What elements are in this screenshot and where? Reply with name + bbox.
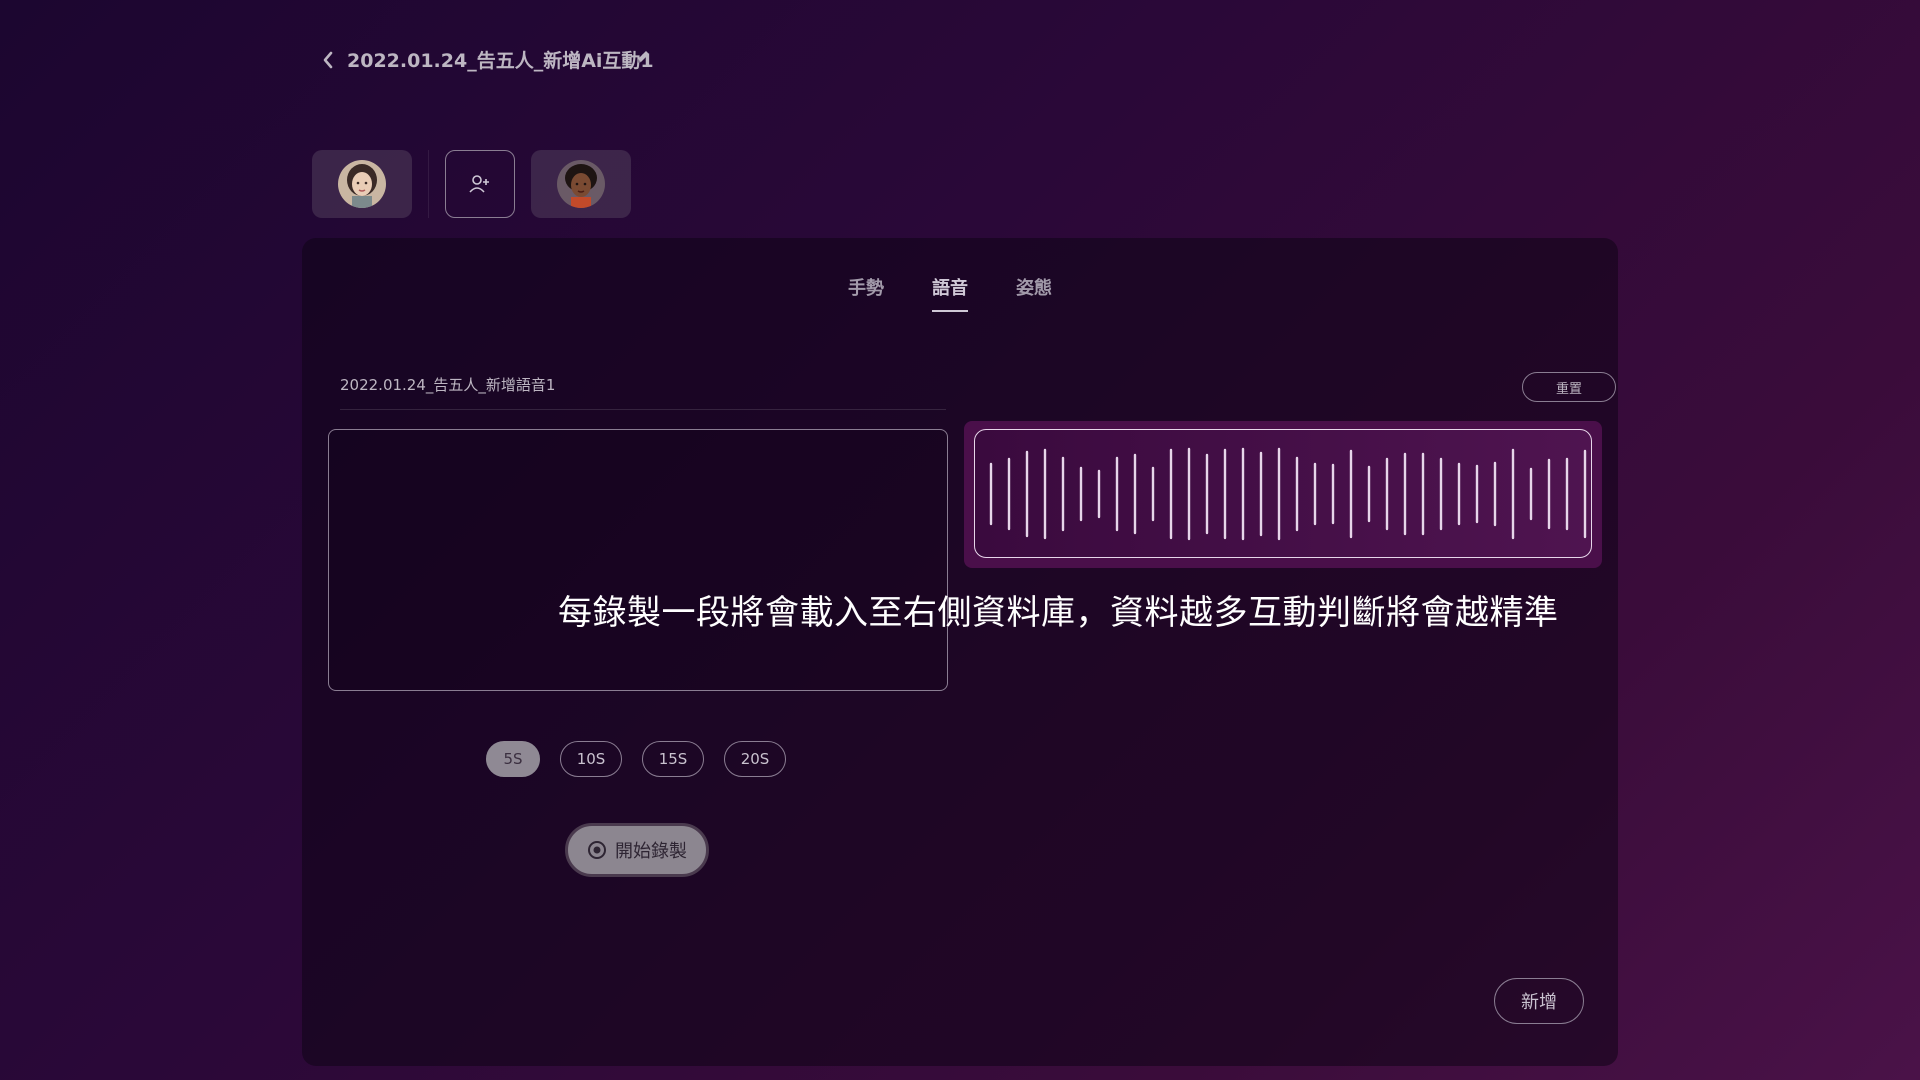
recording-preview: [328, 429, 948, 691]
duration-20s-button[interactable]: 20S: [724, 741, 786, 777]
add-button[interactable]: 新增: [1494, 978, 1584, 1024]
recording-name: 2022.01.24_告五人_新增語音1: [340, 374, 946, 410]
character-2-button[interactable]: [531, 150, 631, 218]
edit-title-button[interactable]: [634, 48, 654, 70]
record-icon: [588, 841, 606, 859]
add-user-icon: [469, 175, 489, 193]
page-title: 2022.01.24_告五人_新增Ai互動1: [347, 50, 654, 72]
duration-15s-button[interactable]: 15S: [642, 741, 704, 777]
divider: [428, 150, 429, 218]
start-recording-label: 開始錄製: [615, 841, 687, 862]
waveform-icon: [989, 447, 1605, 541]
reset-button[interactable]: 重置: [1522, 372, 1616, 402]
main-panel: 手勢 語音 姿態 2022.01.24_告五人_新增語音1 重置 5S 10S …: [302, 238, 1618, 1066]
duration-10s-button[interactable]: 10S: [560, 741, 622, 777]
tab-gesture[interactable]: 手勢: [848, 274, 884, 308]
waveform: [974, 429, 1605, 558]
voice-sample-card[interactable]: [964, 421, 1605, 568]
duration-options: 5S 10S 15S 20S: [486, 741, 786, 777]
add-character-button[interactable]: [445, 150, 515, 218]
chevron-left-icon: [323, 51, 333, 69]
start-recording-button[interactable]: 開始錄製: [565, 823, 709, 877]
hint-text: 每錄製一段將會載入至右側資料庫，資料越多互動判斷將會越精準: [558, 593, 1559, 633]
tab-pose[interactable]: 姿態: [1016, 274, 1052, 308]
avatar: [338, 160, 386, 208]
character-1-button[interactable]: [312, 150, 412, 218]
pencil-icon: [637, 51, 649, 63]
back-button[interactable]: [318, 48, 338, 72]
tab-voice[interactable]: 語音: [932, 274, 968, 312]
tab-bar: 手勢 語音 姿態: [848, 274, 1052, 312]
duration-5s-button[interactable]: 5S: [486, 741, 540, 777]
avatar: [557, 160, 605, 208]
character-selector: [312, 150, 732, 218]
